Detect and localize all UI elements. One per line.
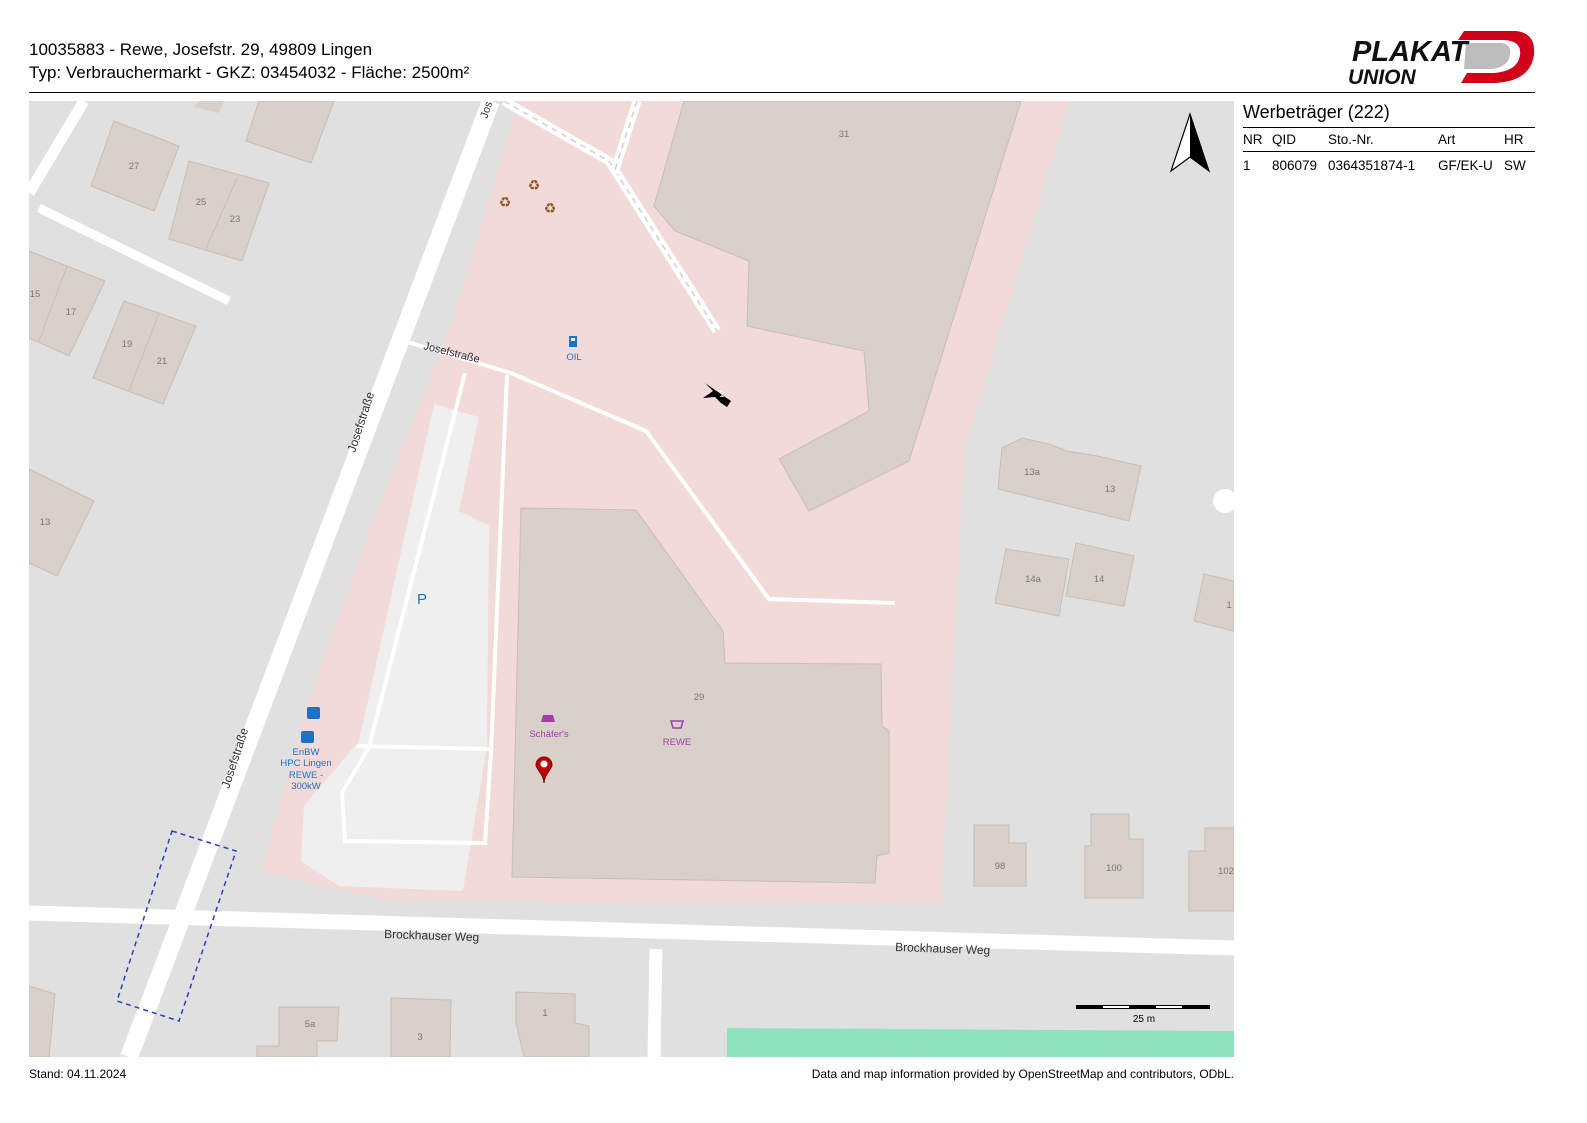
- house-number: 1: [1226, 600, 1231, 611]
- house-number: 3: [417, 1032, 422, 1043]
- house-number: 31: [839, 129, 850, 140]
- svg-text:Schäfer's: Schäfer's: [529, 729, 569, 740]
- column-header: Art: [1438, 127, 1504, 152]
- house-number: 5a: [305, 1019, 316, 1030]
- house-number: 14: [1094, 574, 1105, 585]
- table-cell: 1: [1243, 158, 1251, 173]
- house-number: 1: [542, 1008, 547, 1019]
- road: [647, 948, 663, 1057]
- house-number: 23: [230, 214, 241, 225]
- svg-text:EnBW: EnBW: [293, 747, 320, 758]
- table-cell: 0364351874-1: [1328, 158, 1416, 173]
- plakat-union-logo: PLAKAT UNION: [1348, 31, 1535, 89]
- house-number: 13: [1105, 484, 1116, 495]
- recycling-icon: ♻: [499, 194, 512, 210]
- house-number: 25: [196, 197, 207, 208]
- table-header-row: NR QID Sto.-Nr. Art HR: [1243, 127, 1535, 152]
- house-number: 19: [122, 339, 133, 350]
- house-number: 17: [66, 307, 77, 318]
- column-header: HR: [1504, 127, 1535, 152]
- svg-text:HPC Lingen: HPC Lingen: [280, 758, 331, 769]
- column-header: QID: [1272, 127, 1328, 152]
- house-number: 98: [995, 861, 1006, 872]
- house-number: 15: [30, 289, 41, 300]
- house-number: 13a: [1024, 467, 1041, 478]
- column-header: NR: [1243, 127, 1272, 152]
- ad-carrier-table: NR QID Sto.-Nr. Art HR 1 806079 03643518…: [1243, 127, 1535, 179]
- panel-title: Werbeträger (222): [1243, 102, 1390, 122]
- park-area: [727, 1028, 1234, 1057]
- house-number: 21: [157, 356, 168, 367]
- column-header: Sto.-Nr.: [1328, 127, 1438, 152]
- page-title: 10035883 - Rewe, Josefstr. 29, 49809 Lin…: [29, 40, 373, 59]
- svg-text:PLAKAT: PLAKAT: [1352, 36, 1470, 68]
- ev-charger-icon: [307, 707, 320, 719]
- table-cell: 806079: [1272, 158, 1318, 173]
- svg-text:REWE: REWE: [663, 737, 692, 748]
- building: [390, 997, 452, 1057]
- house-number: 102: [1218, 866, 1234, 877]
- header-divider: [29, 92, 1535, 93]
- page-subtitle: Typ: Verbrauchermarkt - GKZ: 03454032 - …: [29, 63, 470, 82]
- parking-label: P: [417, 591, 427, 608]
- svg-text:OIL: OIL: [566, 352, 581, 363]
- table-cell: SW: [1504, 158, 1526, 173]
- svg-text:300kW: 300kW: [291, 781, 321, 792]
- svg-text:REWE -: REWE -: [289, 770, 323, 781]
- table-cell: GF/EK-U: [1438, 158, 1493, 173]
- map-attribution: Data and map information provided by Ope…: [811, 1067, 1234, 1081]
- map-canvas[interactable]: Josefstraße Josefstraße Jos Josefstraße …: [29, 101, 1234, 1057]
- svg-text:1: 1: [719, 389, 725, 400]
- house-number: 100: [1106, 863, 1122, 874]
- fuel-pump-icon: [569, 336, 577, 347]
- date-stamp: Stand: 04.11.2024: [29, 1067, 127, 1081]
- table-row[interactable]: 1 806079 0364351874-1 GF/EK-U SW: [1243, 152, 1535, 180]
- house-number: 29: [694, 692, 705, 703]
- recycling-icon: ♻: [544, 200, 557, 216]
- map-view[interactable]: Josefstraße Josefstraße Jos Josefstraße …: [29, 101, 1234, 1057]
- house-number: 14a: [1025, 574, 1042, 585]
- house-number: 27: [129, 161, 140, 172]
- scale-label: 25 m: [1133, 1014, 1155, 1025]
- ev-charger-icon: [301, 731, 314, 743]
- bakery-icon: [541, 715, 555, 722]
- recycling-icon: ♻: [528, 177, 541, 193]
- house-number: 13: [40, 517, 51, 528]
- svg-text:UNION: UNION: [1348, 66, 1417, 89]
- ad-carrier-panel: Werbeträger (222) NR QID Sto.-Nr. Art HR…: [1243, 101, 1535, 179]
